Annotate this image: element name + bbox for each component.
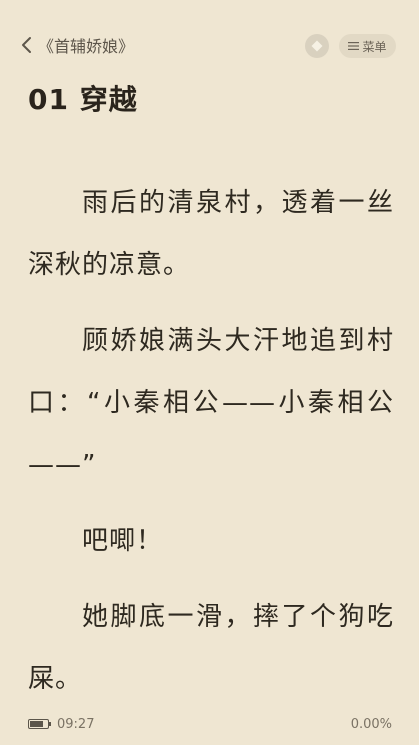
paragraph: 顾娇娘满头大汗地追到村口：“小秦相公——小秦相公——” bbox=[28, 326, 394, 480]
circle-button[interactable] bbox=[305, 34, 329, 58]
battery-icon bbox=[28, 719, 51, 729]
diamond-icon bbox=[311, 40, 323, 52]
status-bar: 09:27 0.00% bbox=[0, 710, 419, 740]
paragraph: 雨后的清泉村，透着一丝深秋的凉意。 bbox=[28, 188, 394, 280]
menu-label: 菜单 bbox=[362, 39, 387, 54]
chevron-left-icon bbox=[22, 37, 31, 53]
battery-fill bbox=[30, 721, 43, 727]
chapter-content[interactable]: 雨后的清泉村，透着一丝深秋的凉意。 顾娇娘满头大汗地追到村口：“小秦相公——小秦… bbox=[28, 172, 394, 724]
reading-progress: 0.00% bbox=[350, 717, 392, 732]
clock: 09:27 bbox=[57, 717, 95, 732]
chapter-title: 01 穿越 bbox=[28, 83, 138, 116]
reader-top-bar: 《首辅娇娘》 菜单 bbox=[0, 0, 419, 90]
paragraph: 吧唧！ bbox=[82, 526, 164, 556]
list-icon bbox=[348, 42, 360, 50]
book-title: 《首辅娇娘》 bbox=[38, 37, 135, 56]
back-button[interactable]: 《首辅娇娘》 bbox=[20, 32, 134, 58]
paragraph: 她脚底一滑，摔了个狗吃屎。 bbox=[28, 602, 394, 694]
menu-button[interactable]: 菜单 bbox=[339, 34, 396, 58]
